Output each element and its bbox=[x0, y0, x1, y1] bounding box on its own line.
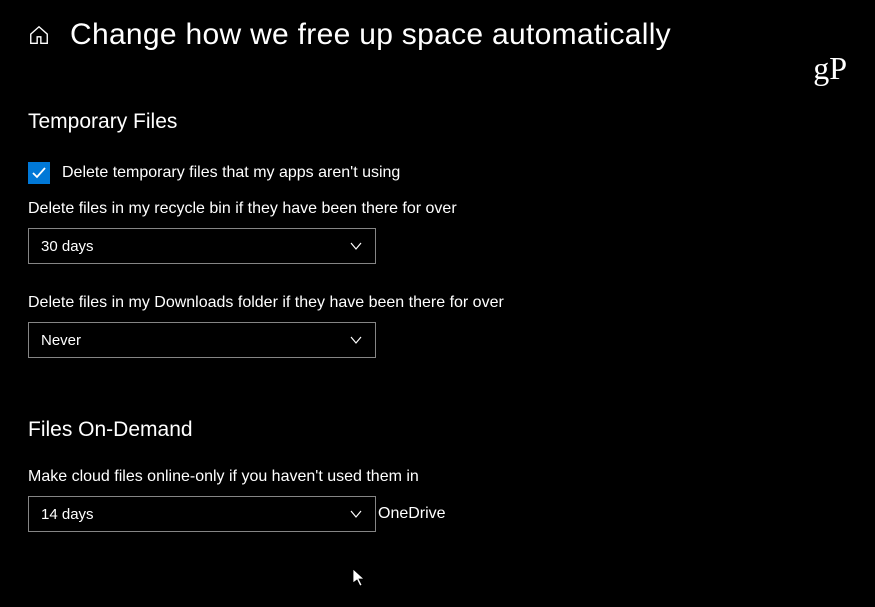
checkmark-icon bbox=[31, 165, 47, 181]
cloud-files-dropdown[interactable]: 14 days bbox=[28, 496, 376, 532]
recycle-bin-label: Delete files in my recycle bin if they h… bbox=[28, 200, 847, 218]
cloud-files-value: 14 days bbox=[41, 506, 94, 523]
onedrive-label: OneDrive bbox=[378, 505, 446, 523]
recycle-bin-dropdown[interactable]: 30 days bbox=[28, 228, 376, 264]
files-on-demand-heading: Files On-Demand bbox=[28, 418, 847, 442]
recycle-bin-value: 30 days bbox=[41, 238, 94, 255]
chevron-down-icon bbox=[349, 239, 363, 253]
downloads-value: Never bbox=[41, 332, 81, 349]
watermark: gP bbox=[813, 50, 847, 87]
chevron-down-icon bbox=[349, 507, 363, 521]
home-icon[interactable] bbox=[28, 24, 50, 46]
page-title: Change how we free up space automaticall… bbox=[70, 18, 671, 52]
chevron-down-icon bbox=[349, 333, 363, 347]
cloud-files-label: Make cloud files online-only if you have… bbox=[28, 468, 847, 486]
delete-temp-files-checkbox[interactable] bbox=[28, 162, 50, 184]
temporary-files-heading: Temporary Files bbox=[28, 110, 847, 134]
downloads-label: Delete files in my Downloads folder if t… bbox=[28, 294, 847, 312]
downloads-dropdown[interactable]: Never bbox=[28, 322, 376, 358]
mouse-cursor-icon bbox=[352, 568, 368, 588]
delete-temp-files-label: Delete temporary files that my apps aren… bbox=[62, 164, 400, 182]
